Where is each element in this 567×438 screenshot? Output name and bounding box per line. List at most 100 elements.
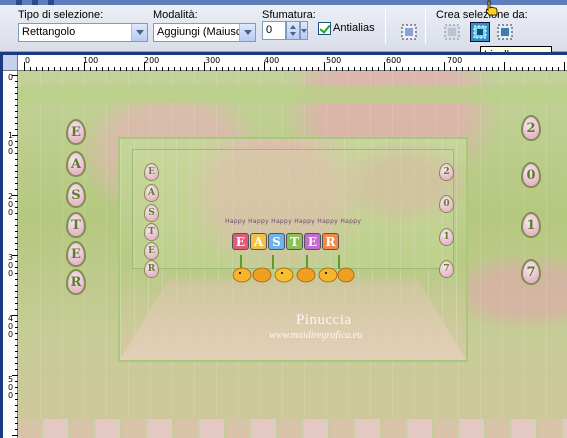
egg-letter-text: T bbox=[148, 226, 155, 237]
egg-digit: 0 bbox=[521, 162, 541, 188]
egg-letter: A bbox=[66, 151, 86, 177]
inner-scene-floor bbox=[120, 279, 466, 360]
menu-strip-mark bbox=[16, 0, 22, 5]
watermark-title: Pinuccia bbox=[296, 312, 352, 328]
horizontal-ruler[interactable]: 0 100 200 300 400 500 600 700 bbox=[18, 55, 567, 71]
toolbar-separator bbox=[425, 8, 426, 44]
ruler-label: 100 bbox=[83, 56, 99, 65]
ruler-label: 700 bbox=[447, 56, 463, 65]
easter-tiles: E A S T E R bbox=[232, 233, 339, 253]
selection-type-value: Rettangolo bbox=[22, 26, 76, 38]
ruler-tick bbox=[444, 62, 445, 71]
feather-slider-button[interactable] bbox=[300, 21, 308, 40]
ruler-label: 600 bbox=[386, 56, 402, 65]
antialias-checkbox[interactable] bbox=[318, 22, 331, 35]
select-none-icon[interactable] bbox=[400, 23, 418, 41]
egg-letter-text: A bbox=[70, 156, 82, 172]
small-egg-digit: 1 bbox=[439, 228, 454, 246]
egg-digit-text: 1 bbox=[443, 231, 450, 242]
chevron-down-icon[interactable] bbox=[301, 29, 307, 33]
feather-spin-button[interactable] bbox=[286, 21, 300, 40]
egg-letter-text: S bbox=[71, 187, 81, 203]
egg-digit-text: 1 bbox=[526, 217, 536, 233]
egg-letter-text: R bbox=[147, 263, 156, 274]
easter-letter-tile: T bbox=[286, 233, 303, 250]
canvas-top-band bbox=[18, 85, 567, 103]
tool-options-bar: Tipo di selezione: Rettangolo Modalità: … bbox=[0, 0, 567, 52]
watermark-url: www.maidiregrafica.eu bbox=[269, 330, 363, 341]
app-window: Tipo di selezione: Rettangolo Modalità: … bbox=[0, 0, 567, 438]
egg-letter: T bbox=[66, 212, 86, 238]
small-egg-letter: S bbox=[144, 204, 159, 222]
ruler-tick bbox=[384, 62, 385, 71]
menu-strip-mark bbox=[32, 0, 38, 5]
egg-letter-text: E bbox=[148, 245, 155, 256]
create-selection-label: Crea selezione da: bbox=[436, 9, 528, 21]
mode-label: Modalità: bbox=[153, 9, 198, 21]
mode-dropdown[interactable]: Aggiungi (Maiusc) bbox=[153, 23, 256, 42]
egg-letter-text: S bbox=[148, 207, 155, 218]
egg-digit-text: 0 bbox=[526, 167, 536, 183]
ruler-label: 2 0 0 bbox=[8, 192, 14, 217]
menu-strip-mark bbox=[48, 0, 54, 5]
ruler-tick bbox=[204, 62, 205, 71]
menu-strip bbox=[0, 0, 567, 5]
selection-type-label: Tipo di selezione: bbox=[18, 9, 104, 21]
small-egg-digit: 0 bbox=[439, 195, 454, 213]
antialias-label: Antialias bbox=[333, 22, 375, 34]
feather-label: Sfumatura: bbox=[262, 9, 316, 21]
ruler-corner[interactable] bbox=[3, 55, 18, 71]
ruler-tick bbox=[264, 62, 265, 71]
selection-from-image-icon[interactable] bbox=[443, 23, 461, 41]
small-egg-letter: T bbox=[144, 223, 159, 241]
toolbar-separator bbox=[385, 8, 386, 44]
ruler-label: 4 0 0 bbox=[8, 314, 14, 339]
happy-banner-text: Happy Happy Happy Happy Happy Happy bbox=[225, 218, 362, 225]
ruler-tick bbox=[24, 62, 25, 71]
egg-letter: R bbox=[66, 269, 86, 295]
easter-letter-tile: A bbox=[250, 233, 267, 250]
egg-letter-text: T bbox=[71, 217, 81, 233]
hand-cursor-icon bbox=[485, 0, 498, 16]
ruler-tick bbox=[564, 62, 565, 71]
feather-input[interactable]: 0 bbox=[262, 21, 286, 40]
selection-type-dropdown[interactable]: Rettangolo bbox=[18, 23, 148, 42]
easter-letter-tile: E bbox=[304, 233, 321, 250]
small-egg-letter: A bbox=[144, 184, 159, 202]
egg-letter-text: R bbox=[70, 274, 82, 290]
egg-digit-text: 7 bbox=[526, 264, 536, 280]
egg-digit-text: 2 bbox=[443, 166, 450, 177]
ruler-tick bbox=[84, 62, 85, 71]
ruler-tick bbox=[324, 62, 325, 71]
egg-letter: S bbox=[66, 182, 86, 208]
feather-value: 0 bbox=[266, 24, 273, 36]
selection-from-mask-icon[interactable] bbox=[496, 23, 514, 41]
egg-letter-text: E bbox=[71, 246, 81, 262]
spin-up-icon[interactable] bbox=[290, 25, 296, 29]
ruler-label: 400 bbox=[264, 56, 280, 65]
egg-digit-text: 0 bbox=[443, 198, 450, 209]
tulips-and-chicks-illustration bbox=[232, 255, 355, 283]
spin-down-icon[interactable] bbox=[290, 32, 296, 36]
egg-letter-text: A bbox=[148, 187, 155, 198]
easter-letter-tile: R bbox=[322, 233, 339, 250]
egg-letter-text: E bbox=[148, 166, 155, 177]
image-canvas[interactable]: E A S T E R 2 0 1 7 E A S T E R 2 0 1 7 … bbox=[18, 71, 567, 438]
easter-letter-tile: S bbox=[268, 233, 285, 250]
canvas-tile-floor bbox=[18, 419, 567, 438]
chevron-down-icon[interactable] bbox=[239, 24, 255, 41]
egg-letter: E bbox=[66, 241, 86, 267]
chevron-down-icon[interactable] bbox=[131, 24, 147, 41]
ruler-label: 5 0 0 bbox=[8, 375, 14, 400]
egg-digit: 7 bbox=[521, 259, 541, 285]
small-egg-letter: E bbox=[144, 163, 159, 181]
small-egg-letter: R bbox=[144, 260, 159, 278]
opaque-layer-icon[interactable] bbox=[470, 22, 490, 42]
ruler-tick bbox=[144, 62, 145, 71]
small-egg-digit: 7 bbox=[439, 260, 454, 278]
egg-digit: 1 bbox=[521, 212, 541, 238]
ruler-label: 3 0 0 bbox=[8, 253, 14, 278]
egg-digit: 2 bbox=[521, 115, 541, 141]
egg-digit-text: 7 bbox=[443, 263, 450, 274]
mode-value: Aggiungi (Maiusc) bbox=[157, 26, 246, 38]
